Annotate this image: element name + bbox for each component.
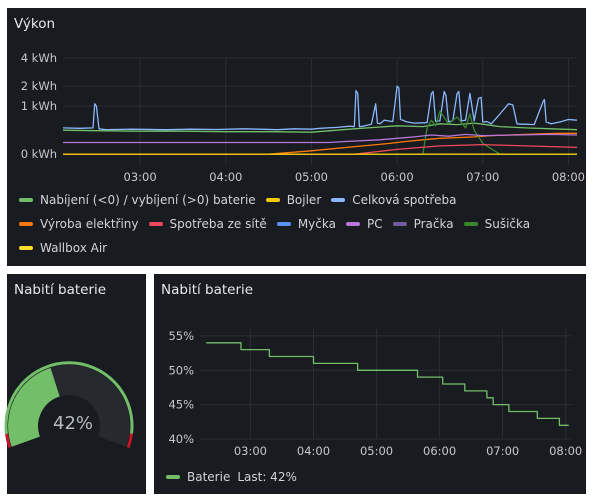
y-tick-label: 2 kWh: [21, 79, 57, 93]
legend-last-value: Last: 42%: [237, 470, 297, 484]
legend-label: PC: [366, 217, 383, 231]
x-tick-label: 04:00: [209, 170, 242, 184]
legend-item[interactable]: Sušička: [463, 212, 531, 236]
legend-swatch: [19, 246, 33, 250]
series-line-baterie[interactable]: [206, 342, 569, 426]
legend-swatch: [19, 222, 33, 226]
legend-label: Wallbox Air: [40, 241, 108, 255]
legend-label: Pračka: [413, 217, 454, 231]
legend-item[interactable]: Bojler: [265, 188, 322, 212]
vykon-panel: Výkon 4 kWh 2 kWh 1 kWh 0 kWh 03:00 04:00 05:0…: [7, 8, 586, 266]
y-tick-label: 0 kWh: [21, 147, 57, 161]
y-tick-label: 4 kWh: [21, 51, 57, 65]
legend-swatch: [392, 222, 407, 226]
legend-item[interactable]: Baterie Last: 42%: [166, 465, 297, 489]
legend-label: Celková spotřeba: [352, 193, 457, 207]
legend-swatch: [345, 222, 360, 226]
legend-item[interactable]: Nabíjení (<0) / vybíjení (>0) baterie: [19, 188, 256, 212]
x-tick-label: 08:00: [552, 170, 585, 184]
legend-swatch: [19, 198, 33, 202]
legend-item[interactable]: Spotřeba ze sítě: [148, 212, 267, 236]
y-tick-label: 40%: [168, 432, 194, 446]
legend-swatch: [148, 222, 163, 226]
chart-axes: 4 kWh 2 kWh 1 kWh 0 kWh 03:00 04:00 05:00 06:00…: [21, 51, 585, 184]
legend-label: Nabíjení (<0) / vybíjení (>0) baterie: [40, 193, 256, 207]
x-tick-label: 04:00: [297, 444, 330, 458]
x-tick-label: 07:00: [466, 170, 499, 184]
legend-item[interactable]: Myčka: [276, 212, 336, 236]
legend-swatch: [331, 198, 346, 202]
x-tick-label: 07:00: [486, 444, 519, 458]
gauge-panel: Nabití baterie 42%: [4, 274, 146, 494]
legend-label: Baterie: [187, 470, 231, 484]
legend-item[interactable]: Pračka: [392, 212, 454, 236]
x-tick-label: 06:00: [423, 444, 456, 458]
y-tick-label: 50%: [168, 363, 194, 377]
vykon-legend: Nabíjení (<0) / vybíjení (>0) baterie Boj…: [19, 188, 530, 260]
legend-swatch: [166, 475, 180, 479]
legend-label: Výroba elektřiny: [40, 217, 139, 231]
gauge-value-arc: [8, 367, 61, 447]
legend-item[interactable]: Celková spotřeba: [331, 188, 456, 212]
legend-item[interactable]: PC: [345, 212, 383, 236]
battery-chart[interactable]: 55% 50% 45% 40% 03:00 04:00 05:00 06:00 07:00 08:…: [154, 274, 586, 494]
legend-swatch: [463, 222, 478, 226]
legend-item[interactable]: Wallbox Air: [19, 236, 107, 260]
chart-axes: 55% 50% 45% 40% 03:00 04:00 05:00 06:00 07:00 08:…: [168, 329, 582, 458]
gauge-value: 42%: [53, 413, 94, 434]
y-tick-label: 55%: [168, 329, 194, 343]
y-tick-label: 1 kWh: [21, 99, 57, 113]
legend-row: Výroba elektřiny Spotřeba ze sítě Myčka PC P…: [19, 212, 530, 236]
x-tick-label: 05:00: [295, 170, 328, 184]
legend-label: Myčka: [297, 217, 336, 231]
battery-panel: Nabití baterie 55% 50% 45% 40% 03:00 04:00 05:…: [154, 274, 586, 494]
x-tick-label: 05:00: [360, 444, 393, 458]
legend-label: Sušička: [484, 217, 531, 231]
legend-row: Nabíjení (<0) / vybíjení (>0) baterie Boj…: [19, 188, 530, 212]
legend-swatch: [265, 198, 280, 202]
legend-label: Spotřeba ze sítě: [169, 217, 267, 231]
legend-item[interactable]: Výroba elektřiny: [19, 212, 139, 236]
x-tick-label: 08:00: [549, 444, 582, 458]
legend-row: Wallbox Air: [19, 236, 530, 260]
y-tick-label: 45%: [168, 398, 194, 412]
battery-gauge: [4, 361, 134, 449]
x-tick-label: 03:00: [234, 444, 267, 458]
battery-legend: Baterie Last: 42%: [166, 463, 297, 489]
x-tick-label: 06:00: [381, 170, 414, 184]
legend-swatch: [276, 222, 291, 226]
x-tick-label: 03:00: [124, 170, 157, 184]
legend-label: Bojler: [286, 193, 322, 207]
